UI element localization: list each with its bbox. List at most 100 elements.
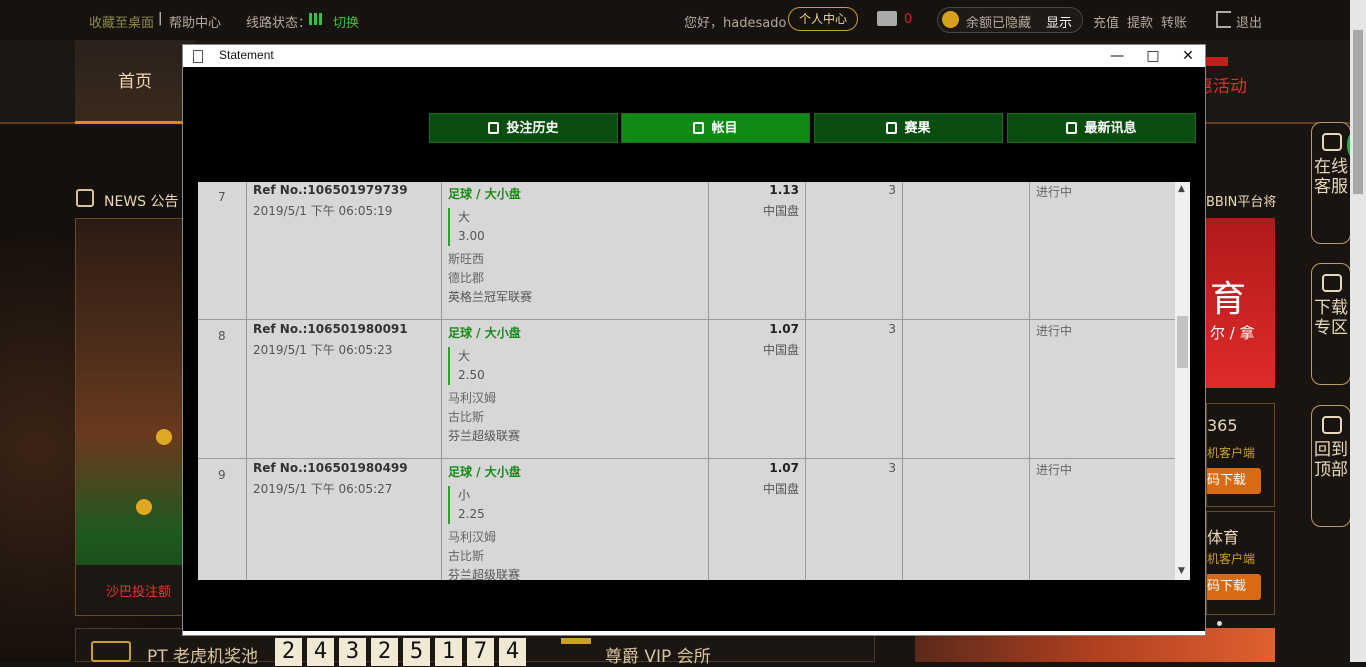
download-zone-button[interactable]: 下载专区 [1311, 263, 1351, 385]
download-zone-label: 下载专区 [1314, 298, 1348, 338]
transfer-link[interactable]: 转账 [1161, 12, 1187, 31]
league-name: 芬兰超级联赛 [448, 568, 521, 580]
statement-window: Statement — □ ✕ 投注历史 帐目 赛果 最新讯息 7 Ref No… [182, 44, 1206, 636]
tab-bet-history[interactable]: 投注历史 [429, 113, 618, 143]
bet-detail-cell: 足球 / 大小盘 大 3.00 斯旺西 德比郡 英格兰冠军联赛 [442, 182, 709, 320]
back-to-top-label: 回到顶部 [1314, 440, 1348, 480]
switch-line-link[interactable]: 切换 [333, 12, 359, 31]
bet-status: 进行中 [1036, 185, 1073, 199]
logout-link[interactable]: 退出 [1236, 12, 1262, 31]
receipt-icon [488, 122, 500, 134]
table-row: 7 Ref No.:106501979739 2019/5/1 下午 06:05… [198, 182, 1175, 320]
top-bar: 收藏至桌面 | 帮助中心 线路状态： 切换 您好，hadesado 个人中心 0… [0, 0, 1366, 40]
row-number: 9 [218, 468, 226, 482]
bet-detail-cell: 足球 / 大小盘 大 2.50 马利汉姆 古比斯 芬兰超级联赛 [442, 320, 709, 459]
help-center-link[interactable]: 帮助中心 [169, 12, 221, 31]
tab-label: 帐目 [711, 121, 738, 136]
result-cell [903, 182, 1030, 320]
rocket-icon [1322, 416, 1342, 434]
app-sport-card: 体育 机客户端 码下载 [1206, 511, 1275, 615]
stake-cell: 3 [806, 459, 903, 580]
user-center-button[interactable]: 个人中心 [788, 7, 858, 31]
recharge-link[interactable]: 充值 [1093, 12, 1119, 31]
withdraw-link[interactable]: 提款 [1127, 12, 1153, 31]
row-number: 8 [218, 329, 226, 343]
stake-cell: 3 [806, 320, 903, 459]
ref-number: Ref No.:106501979739 [253, 183, 408, 197]
hero-banner[interactable]: 沙巴投注额 [75, 218, 184, 616]
odds-value: 1.07 [769, 322, 799, 336]
odds-value: 1.07 [769, 461, 799, 475]
sports-promo-banner[interactable]: 育 尔 / 拿 [1206, 218, 1275, 388]
window-titlebar[interactable]: Statement — □ ✕ [183, 45, 1205, 67]
tab-results[interactable]: 赛果 [814, 113, 1003, 143]
app-365-download-button[interactable]: 码下载 [1207, 468, 1261, 494]
ref-cell: Ref No.:106501980091 2019/5/1 下午 06:05:2… [247, 320, 442, 459]
scroll-down-icon[interactable]: ▼ [1178, 566, 1185, 576]
odds-cell: 1.07 中国盘 [709, 320, 806, 459]
back-to-top-button[interactable]: 回到顶部 [1311, 405, 1351, 527]
table-scrollbar[interactable]: ▲ ▼ [1175, 182, 1190, 580]
carousel-dot[interactable] [1217, 621, 1222, 626]
tab-label: 投注历史 [506, 121, 559, 136]
ledger-icon [693, 122, 705, 134]
scroll-up-icon[interactable]: ▲ [1178, 184, 1185, 194]
app-365-subtitle: 机客户端 [1207, 446, 1256, 460]
bet-status: 进行中 [1036, 324, 1073, 338]
close-button[interactable]: ✕ [1170, 45, 1206, 67]
bet-status: 进行中 [1036, 463, 1073, 477]
league-name: 英格兰冠军联赛 [448, 290, 533, 304]
slot-machine-icon [91, 641, 131, 662]
app-sport-title: 体育 [1207, 528, 1240, 547]
status-cell: 进行中 [1030, 459, 1175, 580]
tab-latest-news[interactable]: 最新讯息 [1007, 113, 1196, 143]
odds-type: 中国盘 [762, 482, 799, 496]
coin-icon [942, 11, 959, 28]
tab-account[interactable]: 帐目 [621, 113, 810, 143]
bet-date: 2019/5/1 下午 06:05:27 [253, 482, 393, 496]
handicap-line: 3.00 [458, 229, 485, 243]
odds-type: 中国盘 [762, 343, 799, 357]
nav-home[interactable]: 首页 [75, 40, 195, 124]
league-name: 芬兰超级联赛 [448, 429, 521, 443]
line-status-label: 线路状态： [246, 16, 312, 31]
monitor-icon [1322, 274, 1342, 292]
online-service-button[interactable]: 在线客服 [1311, 122, 1351, 244]
table-scrollbar-thumb[interactable] [1177, 316, 1188, 368]
selection-box: 大 3.00 [448, 208, 508, 246]
show-balance-button[interactable]: 显示 [1046, 12, 1072, 31]
app-365-title: 365 [1207, 416, 1238, 435]
page-scrollbar-thumb[interactable] [1353, 30, 1363, 194]
row-number-cell: 9 [198, 459, 247, 580]
home-team: 马利汉姆 [448, 391, 497, 405]
row-number-cell: 8 [198, 320, 247, 459]
market-type: 足球 / 大小盘 [448, 465, 521, 479]
add-to-desktop-link[interactable]: 收藏至桌面 [89, 12, 154, 31]
home-team: 斯旺西 [448, 252, 485, 266]
stake-value: 3 [888, 183, 896, 197]
bet-date: 2019/5/1 下午 06:05:23 [253, 343, 393, 357]
logout-icon[interactable] [1216, 11, 1231, 28]
headset-icon [1322, 133, 1342, 151]
table-row: 9 Ref No.:106501980499 2019/5/1 下午 06:05… [198, 459, 1175, 580]
maximize-button[interactable]: □ [1135, 45, 1171, 67]
status-cell: 进行中 [1030, 182, 1175, 320]
promo-small-text: 尔 / 拿 [1210, 324, 1255, 342]
stake-value: 3 [888, 322, 896, 336]
statement-table: 7 Ref No.:106501979739 2019/5/1 下午 06:05… [198, 182, 1175, 580]
ref-number: Ref No.:106501980499 [253, 461, 408, 475]
result-cell [903, 459, 1030, 580]
balance-hidden-text: 余额已隐藏 [966, 16, 1032, 31]
page-scrollbar[interactable] [1350, 0, 1366, 662]
app-sport-download-button[interactable]: 码下载 [1207, 574, 1261, 600]
mail-icon[interactable] [877, 11, 897, 26]
table-row: 8 Ref No.:106501980091 2019/5/1 下午 06:05… [198, 320, 1175, 459]
stake-cell: 3 [806, 182, 903, 320]
home-team: 马利汉姆 [448, 530, 497, 544]
vip-club-label[interactable]: 尊爵 VIP 会所 [605, 642, 711, 667]
minimize-button[interactable]: — [1099, 45, 1135, 67]
jackpot-label: PT 老虎机奖池 [147, 647, 259, 667]
ref-cell: Ref No.:106501980499 2019/5/1 下午 06:05:2… [247, 459, 442, 580]
mail-count: 0 [904, 12, 913, 27]
handicap-line: 2.25 [458, 507, 485, 521]
